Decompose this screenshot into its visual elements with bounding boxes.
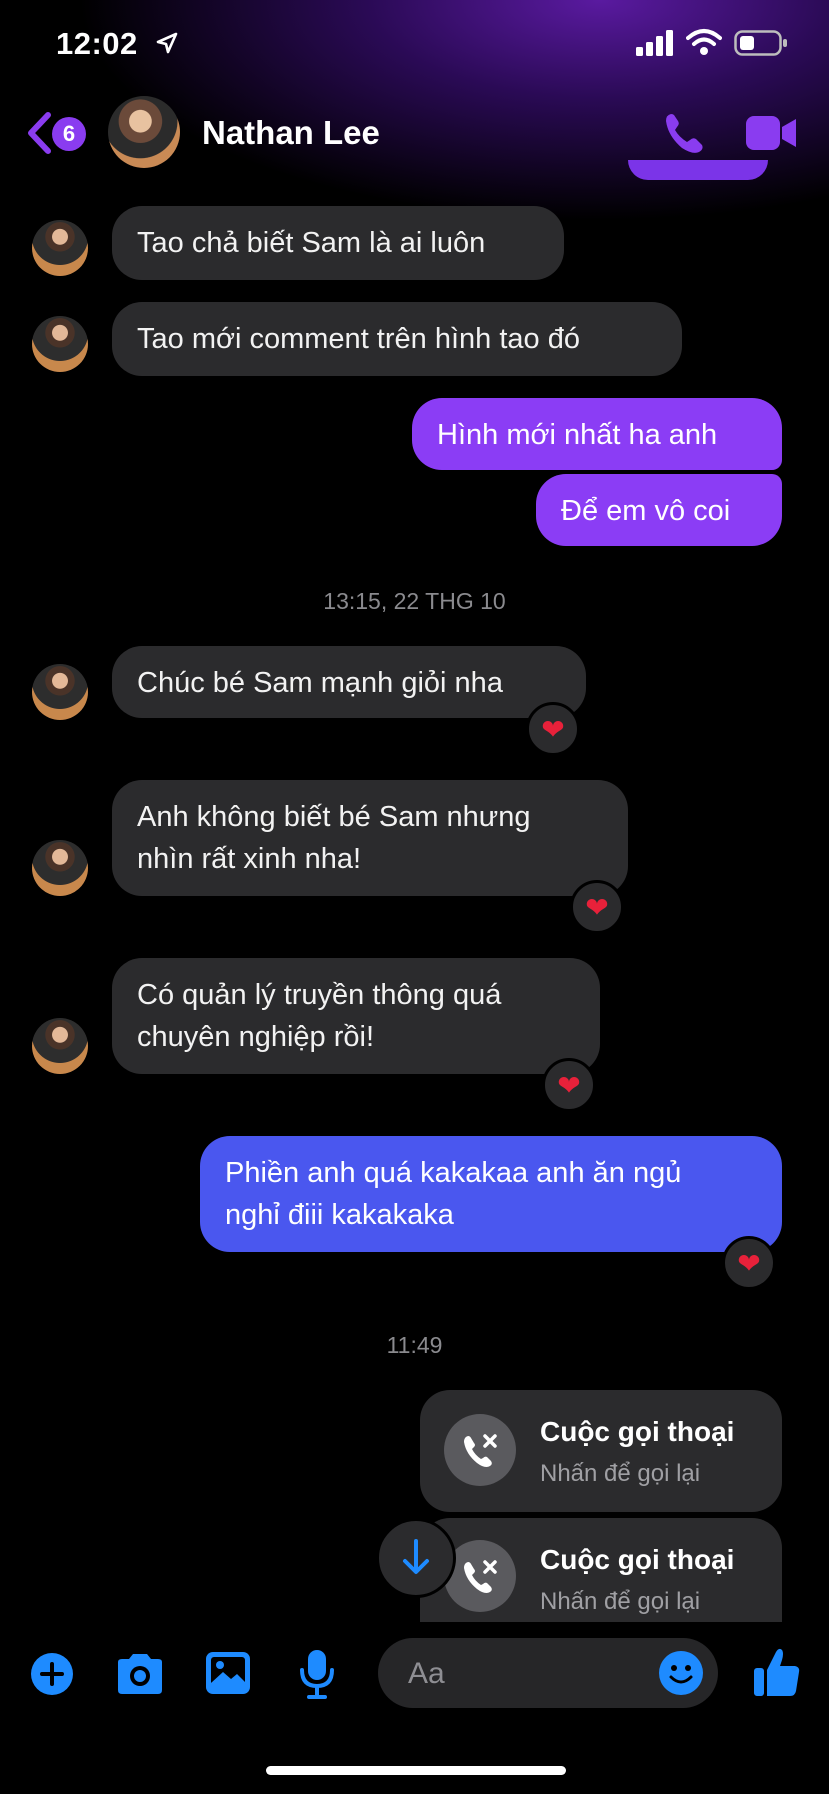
image-gallery-icon[interactable]: [204, 1650, 252, 1696]
back-chevron-icon[interactable]: [26, 112, 52, 154]
message-text: Để em vô coi: [561, 495, 731, 527]
message-text-line: chuyên nghiệp rồi!: [137, 1021, 374, 1053]
status-time: 12:02: [56, 26, 138, 61]
call-title: Cuộc gọi thoại: [540, 1416, 735, 1447]
plus-icon[interactable]: [30, 1652, 74, 1696]
outgoing-message[interactable]: Để em vô coi: [536, 474, 782, 546]
sender-avatar: [32, 316, 88, 372]
incoming-message[interactable]: Có quản lý truyền thông quá chuyên nghiệ…: [112, 958, 600, 1074]
incoming-message[interactable]: Tao mới comment trên hình tao đó: [112, 302, 682, 376]
phone-icon[interactable]: [662, 110, 708, 156]
message-text: Hình mới nhất ha anh: [437, 419, 718, 451]
arrow-down-icon: [403, 1539, 429, 1574]
heart-reaction[interactable]: ❤: [542, 1058, 596, 1112]
message-text: Tao chả biết Sam là ai luôn: [137, 227, 486, 259]
incoming-message[interactable]: Anh không biết bé Sam nhưng nhìn rất xin…: [112, 780, 628, 896]
previous-message-bubble: [628, 160, 768, 180]
sender-avatar: [32, 840, 88, 896]
battery-icon: [734, 30, 787, 56]
missed-call-icon: [444, 1414, 516, 1486]
heart-icon: ❤: [557, 1069, 581, 1101]
timestamp-divider: 11:49: [386, 1332, 443, 1358]
heart-reaction[interactable]: ❤: [570, 880, 624, 934]
contact-avatar[interactable]: [108, 96, 180, 168]
message-text-line: Có quản lý truyền thông quá: [137, 979, 502, 1011]
sender-avatar: [32, 1018, 88, 1074]
call-subtitle: Nhấn để gọi lại: [540, 1460, 701, 1487]
sender-avatar: [32, 664, 88, 720]
contact-name[interactable]: Nathan Lee: [202, 114, 380, 152]
emoji-icon[interactable]: [658, 1650, 704, 1696]
heart-reaction[interactable]: ❤: [722, 1236, 776, 1290]
timestamp-divider: 13:15, 22 THG 10: [323, 588, 506, 614]
heart-icon: ❤: [585, 891, 609, 923]
outgoing-message[interactable]: Phiền anh quá kakakaa anh ăn ngủ nghỉ đi…: [200, 1136, 782, 1252]
incoming-message[interactable]: Tao chả biết Sam là ai luôn: [112, 206, 564, 280]
location-arrow-icon: [156, 32, 178, 54]
microphone-icon[interactable]: [298, 1648, 336, 1700]
message-text-line: Phiền anh quá kakakaa anh ăn ngủ: [225, 1157, 682, 1189]
message-text: Chúc bé Sam mạnh giỏi nha: [137, 667, 503, 699]
message-text-line: Anh không biết bé Sam nhưng: [137, 801, 531, 833]
unread-count-badge[interactable]: 6: [52, 117, 86, 151]
message-input-placeholder: Aa: [408, 1657, 445, 1690]
heart-reaction[interactable]: ❤: [526, 702, 580, 756]
camera-icon[interactable]: [114, 1652, 166, 1696]
video-camera-icon[interactable]: [746, 114, 798, 152]
wifi-icon: [686, 29, 722, 55]
heart-icon: ❤: [541, 713, 565, 745]
incoming-message[interactable]: Chúc bé Sam mạnh giỏi nha: [112, 646, 586, 718]
sender-avatar: [32, 220, 88, 276]
heart-icon: ❤: [737, 1247, 761, 1279]
message-text-line: nhìn rất xinh nha!: [137, 843, 362, 875]
call-subtitle: Nhấn để gọi lại: [540, 1588, 701, 1615]
outgoing-message[interactable]: Hình mới nhất ha anh: [412, 398, 782, 470]
scroll-to-bottom-button[interactable]: [376, 1518, 456, 1598]
home-indicator: [266, 1766, 566, 1775]
message-text: Tao mới comment trên hình tao đó: [137, 323, 580, 355]
thumbs-up-icon[interactable]: [752, 1646, 802, 1698]
message-text-line: nghỉ điii kakakaka: [225, 1199, 454, 1231]
call-title: Cuộc gọi thoại: [540, 1544, 735, 1575]
cellular-signal-icon: [636, 30, 673, 56]
